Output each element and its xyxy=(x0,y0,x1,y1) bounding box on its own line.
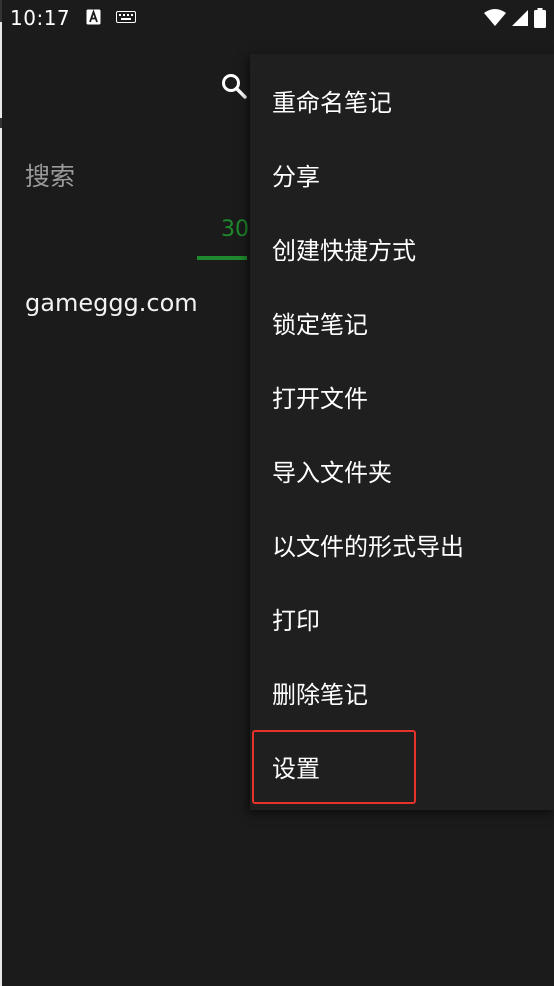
overflow-menu: 重命名笔记 分享 创建快捷方式 锁定笔记 打开文件 导入文件夹 以文件的形式导出… xyxy=(250,54,554,810)
status-bar: 10:17 xyxy=(2,0,554,38)
menu-item-rename-note[interactable]: 重命名笔记 xyxy=(250,63,554,137)
status-icons xyxy=(484,6,546,30)
menu-item-label: 导入文件夹 xyxy=(272,458,392,487)
menu-item-print[interactable]: 打印 xyxy=(250,581,554,655)
app-screen: 10:17 搜索 30 gameggg.com 重命名笔记 分享 创建快捷方式 … xyxy=(2,0,554,986)
menu-item-delete-note[interactable]: 删除笔记 xyxy=(250,655,554,729)
menu-item-label: 以文件的形式导出 xyxy=(272,532,464,561)
menu-item-open-file[interactable]: 打开文件 xyxy=(250,359,554,433)
menu-item-export-as-file[interactable]: 以文件的形式导出 xyxy=(250,507,554,581)
menu-item-import-folder[interactable]: 导入文件夹 xyxy=(250,433,554,507)
menu-item-label: 分享 xyxy=(272,162,320,191)
menu-item-create-shortcut[interactable]: 创建快捷方式 xyxy=(250,211,554,285)
menu-item-label: 删除笔记 xyxy=(272,680,368,709)
search-field[interactable]: 搜索 xyxy=(25,157,75,193)
menu-item-lock-note[interactable]: 锁定笔记 xyxy=(250,285,554,359)
menu-item-label: 设置 xyxy=(272,754,320,783)
search-icon[interactable] xyxy=(220,72,248,100)
tab-count-active[interactable]: 30 xyxy=(221,217,251,242)
tab-indicator xyxy=(197,256,247,260)
menu-item-label: 创建快捷方式 xyxy=(272,236,416,265)
cellular-signal-icon xyxy=(512,10,528,26)
menu-item-label: 锁定笔记 xyxy=(272,310,368,339)
keyboard-icon xyxy=(116,11,136,23)
status-time: 10:17 xyxy=(10,6,71,30)
menu-item-label: 重命名笔记 xyxy=(272,88,392,117)
wifi-icon xyxy=(484,9,506,26)
menu-item-settings[interactable]: 设置 xyxy=(250,729,554,803)
note-list-item[interactable]: gameggg.com xyxy=(25,289,198,317)
text-a-icon xyxy=(86,9,101,25)
battery-icon xyxy=(534,8,546,28)
menu-item-label: 打开文件 xyxy=(272,384,368,413)
menu-item-label: 打印 xyxy=(272,606,320,635)
menu-item-share[interactable]: 分享 xyxy=(250,137,554,211)
